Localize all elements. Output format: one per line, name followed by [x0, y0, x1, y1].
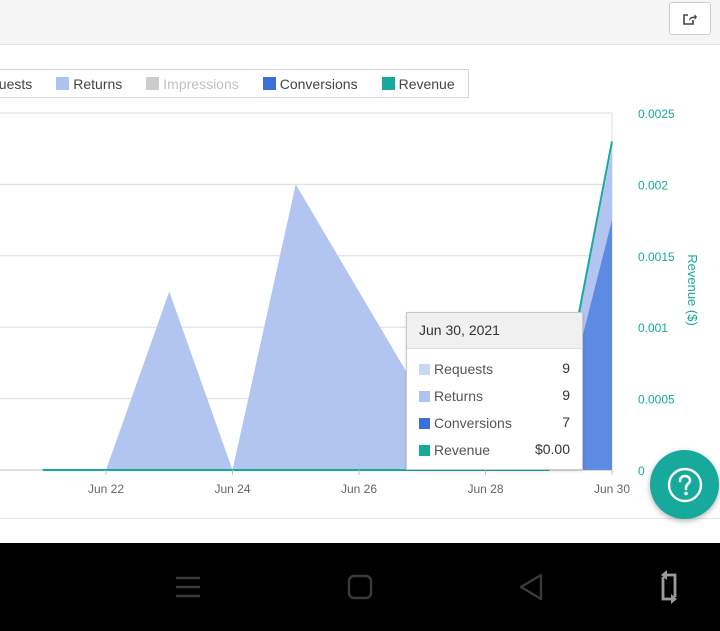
- back-icon: [519, 573, 543, 601]
- chart-legend: quests Returns Impressions Conversions R…: [0, 69, 469, 98]
- tooltip-swatch: [419, 364, 430, 375]
- tooltip-swatch: [419, 445, 430, 456]
- tooltip-label: Returns: [434, 388, 484, 404]
- right-tick-label: 0.001: [638, 321, 668, 335]
- legend-swatch: [262, 77, 276, 90]
- right-axis-title: Revenue ($): [685, 254, 700, 326]
- right-tick-label: 0.0015: [638, 250, 675, 264]
- nav-rotate-button[interactable]: [644, 563, 694, 611]
- share-button[interactable]: [669, 2, 711, 35]
- tooltip-value: $0.00: [534, 441, 570, 457]
- tooltip-value: 9: [562, 360, 570, 376]
- legend-swatch: [146, 77, 160, 90]
- right-tick-label: 0.002: [638, 178, 668, 192]
- right-tick-label: 0.0005: [638, 393, 675, 407]
- tooltip-row-revenue: Revenue $0.00: [407, 437, 582, 464]
- legend-label: Impressions: [163, 75, 239, 92]
- x-tick-label: Jun 28: [467, 482, 503, 496]
- system-nav-bar: [0, 543, 720, 631]
- top-toolbar: [0, 0, 720, 45]
- tooltip-date: Jun 30, 2021: [407, 313, 582, 349]
- nav-home-button[interactable]: [335, 563, 385, 611]
- legend-label: Returns: [73, 75, 123, 92]
- legend-swatch: [381, 77, 395, 90]
- legend-item-requests[interactable]: quests: [0, 76, 32, 92]
- x-tick-label: Jun 30: [594, 482, 630, 496]
- x-tick-label: Jun 22: [88, 482, 124, 496]
- card-divider: [0, 518, 720, 519]
- legend-swatch: [56, 77, 70, 90]
- tooltip-swatch: [419, 418, 430, 429]
- nav-back-button[interactable]: [506, 563, 556, 611]
- legend-item-revenue[interactable]: Revenue: [381, 75, 455, 92]
- menu-icon: [176, 576, 200, 598]
- tooltip-label: Requests: [434, 361, 494, 377]
- home-icon: [347, 574, 373, 600]
- legend-label: quests: [0, 75, 33, 92]
- tooltip-swatch: [419, 391, 430, 402]
- rotate-icon: [661, 570, 677, 604]
- legend-item-conversions[interactable]: Conversions: [262, 75, 358, 92]
- legend-item-impressions[interactable]: Impressions: [146, 75, 239, 92]
- right-tick-label: 0: [638, 464, 645, 478]
- share-icon: [683, 13, 697, 25]
- legend-label: Conversions: [279, 75, 358, 92]
- nav-menu-button[interactable]: [163, 563, 213, 611]
- legend-label: Revenue: [398, 75, 455, 92]
- tooltip-value: 9: [562, 387, 570, 403]
- x-tick-label: Jun 26: [341, 482, 377, 496]
- right-tick-label: 0.0025: [638, 107, 675, 121]
- area-chart: 0 0.0005 0.001 0.0015 0.002 0.0025 Jun 22 Jun 2…: [0, 107, 700, 496]
- tooltip-row-returns: Returns 9: [407, 383, 582, 410]
- tooltip-row-conversions: Conversions 7: [407, 410, 582, 437]
- chart-tooltip: Jun 30, 2021 Requests 9 Returns 9 Conver…: [406, 312, 583, 470]
- legend-item-returns[interactable]: Returns: [56, 76, 122, 92]
- tooltip-row-requests: Requests 9: [407, 356, 582, 383]
- help-button[interactable]: [650, 450, 719, 519]
- tooltip-label: Revenue: [434, 442, 491, 458]
- x-tick-label: Jun 24: [214, 482, 250, 496]
- help-icon: [667, 467, 702, 502]
- tooltip-value: 7: [562, 414, 570, 430]
- tooltip-label: Conversions: [434, 415, 512, 431]
